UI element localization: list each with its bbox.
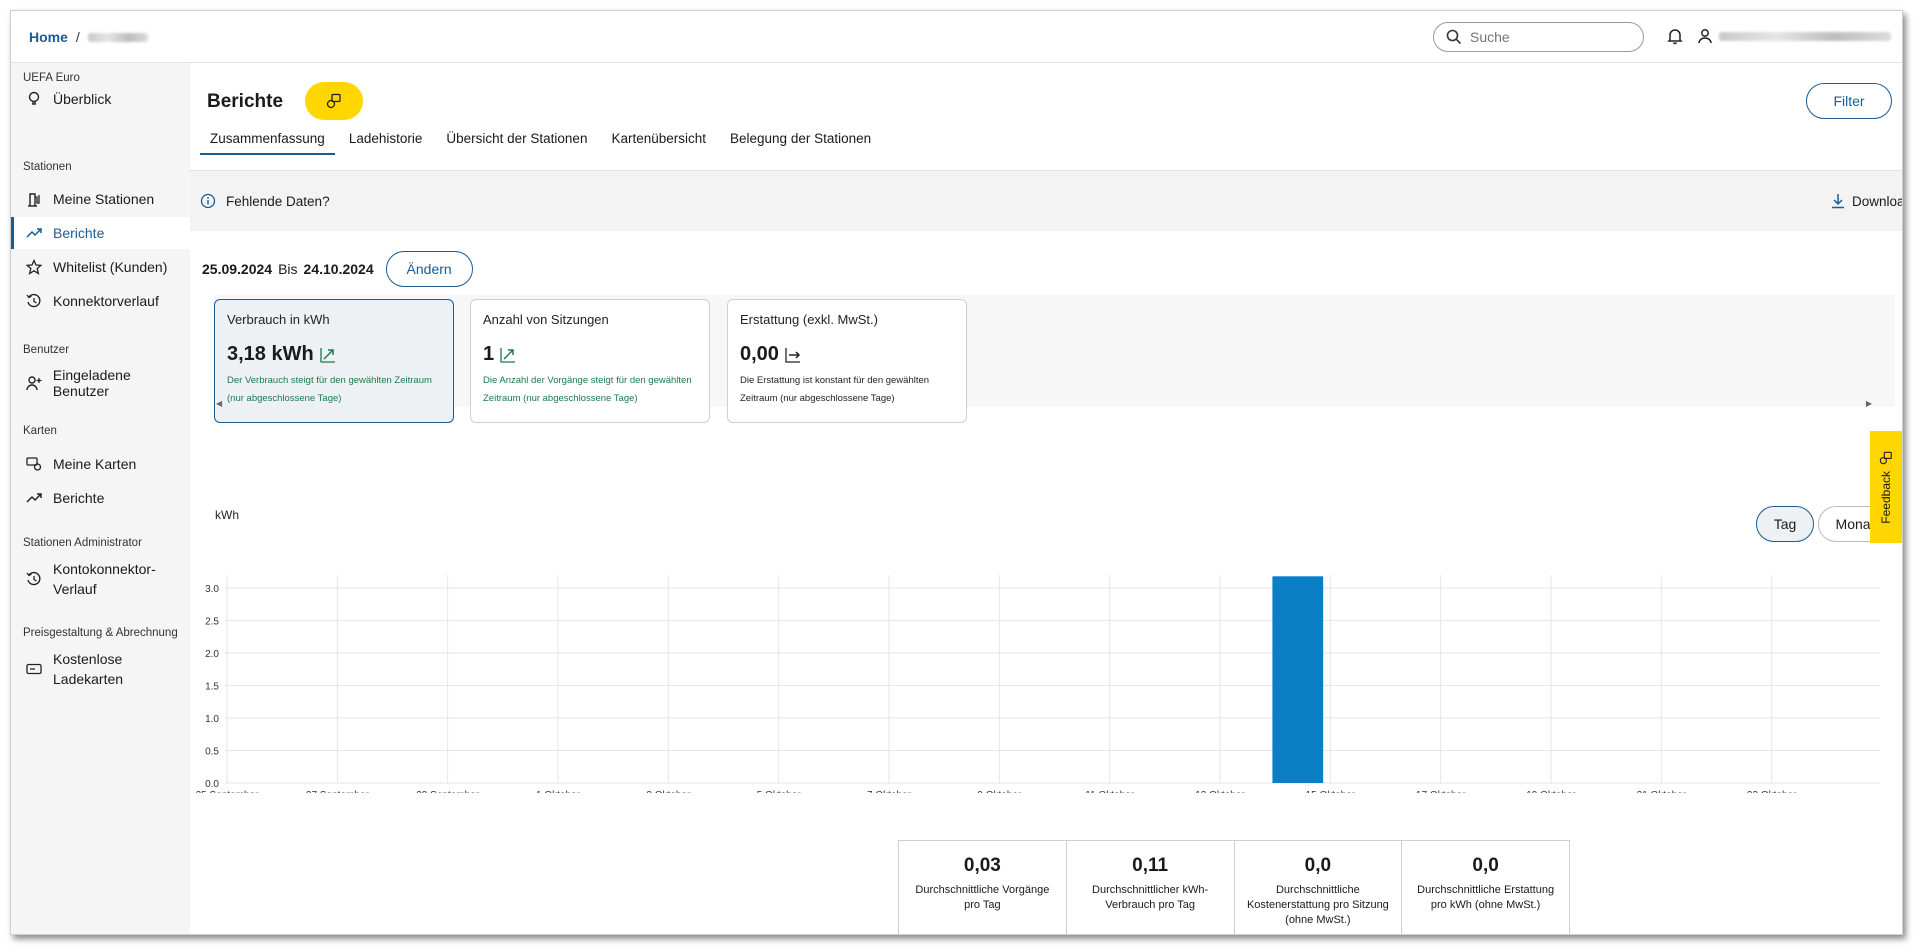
lightbulb-icon — [25, 90, 43, 108]
sidebar-item-whitelist[interactable]: Whitelist (Kunden) — [11, 251, 190, 283]
y-tick-label: 1.0 — [205, 714, 219, 725]
cards-icon — [25, 455, 43, 473]
sidebar-item-label: Konnektorverlauf — [53, 293, 159, 309]
x-tick-label: 27 September — [306, 790, 369, 793]
feedback-tab[interactable]: Feedback — [1870, 431, 1902, 543]
x-tick-label: 5 Oktober — [757, 790, 802, 793]
consumption-bar-chart: kWh 0.0 0.5 1.0 1.5 2.0 2.5 3.0 25 September 27 S… — [196, 508, 1880, 793]
x-tick-label: 3 Oktober — [646, 790, 691, 793]
x-tick-label: 7 Oktober — [867, 790, 912, 793]
feedback-label: Feedback — [1879, 470, 1893, 524]
stats-summary: 0,03 Durchschnittliche Vorgänge pro Tag … — [898, 840, 1570, 934]
stat-avg-sessions: 0,03 Durchschnittliche Vorgänge pro Tag — [899, 841, 1067, 934]
y-tick-label: 0.0 — [205, 779, 219, 790]
y-tick-label: 2.0 — [205, 649, 219, 660]
y-tick-label: 1.5 — [205, 682, 219, 693]
user-menu[interactable] — [1697, 28, 1891, 44]
stat-label: Durchschnittliche Vorgänge pro Tag — [915, 884, 1050, 911]
breadcrumb: Home / — [29, 29, 148, 45]
sidebar-item-label: Eingeladene Benutzer — [52, 367, 131, 399]
breadcrumb-home-link[interactable]: Home — [29, 29, 68, 45]
x-tick-label: 9 Oktober — [977, 790, 1022, 793]
stat-avg-refund-kwh: 0,0 Durchschnittliche Erstattung pro kWh… — [1402, 841, 1569, 934]
trend-icon — [25, 489, 43, 507]
sidebar-item-label: Meine Karten — [53, 456, 137, 472]
x-tick-label: 15 Oktober — [1306, 790, 1356, 793]
sidebar-item-ueberblick[interactable]: Überblick — [11, 83, 190, 115]
x-tick-label: 23 Oktober — [1747, 790, 1797, 793]
y-tick-label: 3.0 — [205, 584, 219, 595]
bell-icon — [1667, 29, 1683, 45]
sidebar-section-benutzer: Benutzer — [23, 344, 70, 356]
x-tick-label: 11 Oktober — [1085, 790, 1134, 793]
y-tick-label: 0.5 — [205, 747, 219, 758]
sidebar-item-label: Whitelist (Kunden) — [53, 259, 168, 275]
history-icon — [25, 292, 43, 310]
sidebar-item-konnektorverlauf[interactable]: Konnektorverlauf — [11, 285, 190, 317]
stat-label: Durchschnittlicher kWh-Verbrauch pro Tag — [1092, 884, 1209, 911]
sidebar-section-preisgestaltung: Preisgestaltung & Abrechnung — [23, 627, 178, 639]
x-tick-label: 29 September — [416, 790, 479, 793]
stat-value: 0,11 — [1132, 855, 1169, 876]
search-icon — [1446, 29, 1462, 45]
sidebar-section-karten: Karten — [23, 425, 57, 437]
stat-label: Durchschnittliche Kostenerstattung pro S… — [1246, 884, 1389, 926]
sidebar-item-eingeladene-benutzer[interactable]: Eingeladene Benutzer — [11, 367, 190, 399]
main-content: Berichte Filter Zusammenfassung Ladehist… — [190, 63, 1902, 934]
search-box[interactable] — [1433, 22, 1644, 52]
sidebar-item-label: Meine Stationen — [53, 191, 155, 207]
notifications-button[interactable] — [1667, 28, 1683, 50]
stat-avg-refund-session: 0,0 Durchschnittliche Kostenerstattung p… — [1235, 841, 1403, 934]
breadcrumb-current-redacted — [87, 32, 148, 42]
swap-icon — [1879, 451, 1892, 464]
x-tick-label: 21 Oktober — [1637, 790, 1687, 793]
sidebar-item-label: Berichte — [53, 490, 105, 506]
sidebar-item-meine-karten[interactable]: Meine Karten — [11, 448, 190, 480]
x-tick-label: 17 Oktober — [1416, 790, 1466, 793]
sidebar-item-label: Überblick — [53, 91, 112, 107]
sidebar-item-karten-berichte[interactable]: Berichte — [11, 482, 190, 514]
stat-avg-kwh: 0,11 Durchschnittlicher kWh-Verbrauch pr… — [1067, 841, 1235, 934]
sidebar-item-label: Kontokonnektor-Verlauf — [53, 561, 156, 597]
sidebar-item-kontokonnektor-verlauf[interactable]: Kontokonnektor-Verlauf — [11, 557, 190, 601]
sidebar-item-label: Berichte — [53, 225, 105, 241]
x-tick-label: 1 Oktober — [536, 790, 581, 793]
sidebar: UEFA Euro Überblick Stationen Meine Stat… — [11, 63, 190, 934]
breadcrumb-separator: / — [75, 29, 80, 45]
stat-label: Durchschnittliche Erstattung pro kWh (oh… — [1417, 884, 1555, 911]
sidebar-section-stationen: Stationen — [23, 161, 72, 173]
sidebar-item-label: Kostenlose Ladekarten — [53, 651, 124, 687]
y-axis-label: kWh — [215, 508, 239, 522]
stat-value: 0,03 — [963, 855, 1001, 876]
x-tick-label: 19 Oktober — [1526, 790, 1576, 793]
stat-value: 0,0 — [1472, 855, 1499, 876]
bar-14-oktober — [1272, 576, 1324, 783]
app-window: Home / UEFA Euro Überblick Stationen Mei… — [10, 10, 1903, 935]
top-bar: Home / — [11, 11, 1902, 63]
x-tick-label: 13 Oktober — [1195, 790, 1245, 793]
user-icon — [1698, 29, 1712, 44]
user-name-redacted — [1719, 31, 1891, 41]
sidebar-section-stationen-admin: Stationen Administrator — [23, 537, 142, 549]
star-icon — [25, 258, 43, 276]
x-tick-label: 25 September — [196, 790, 259, 793]
history-icon — [25, 570, 43, 588]
y-tick-label: 2.5 — [205, 617, 219, 628]
card-icon — [25, 660, 43, 678]
sidebar-item-meine-stationen[interactable]: Meine Stationen — [11, 183, 190, 215]
charging-station-icon — [25, 190, 43, 208]
sidebar-item-berichte[interactable]: Berichte — [11, 217, 190, 249]
stat-value: 0,0 — [1304, 855, 1332, 876]
search-input[interactable] — [1470, 29, 1620, 45]
sidebar-item-kostenlose-ladekarten[interactable]: Kostenlose Ladekarten — [11, 647, 190, 691]
add-user-icon — [25, 374, 43, 392]
trend-icon — [25, 224, 43, 242]
